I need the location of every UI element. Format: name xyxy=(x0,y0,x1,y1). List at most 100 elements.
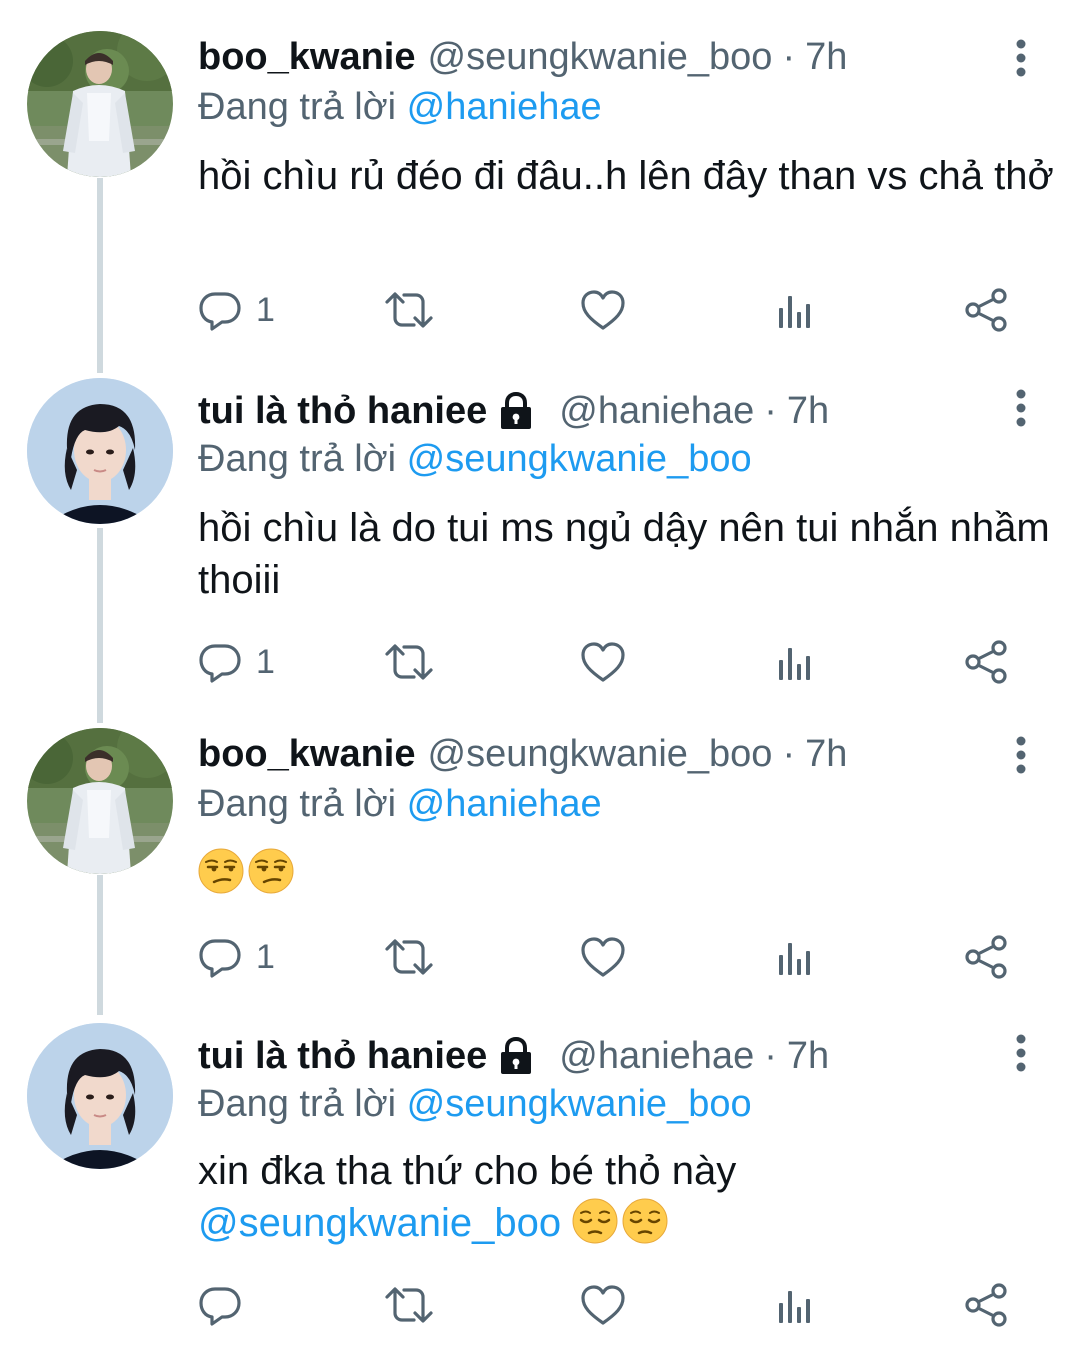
retweet-button[interactable] xyxy=(384,930,434,984)
share-button[interactable] xyxy=(964,635,1010,689)
replying-to-handle[interactable]: @haniehae xyxy=(407,86,602,128)
like-icon xyxy=(580,288,626,332)
replying-to-handle[interactable]: @seungkwanie_boo xyxy=(407,1083,752,1125)
retweet-button[interactable] xyxy=(384,1278,434,1332)
reply-icon xyxy=(198,640,242,684)
tweet-text: hồi chìu rủ đéo đi đâu..h lên đây than v… xyxy=(198,154,1054,198)
separator-dot: · xyxy=(782,732,796,775)
like-button[interactable] xyxy=(580,930,626,984)
avatar[interactable] xyxy=(27,1023,173,1169)
tweet-header: boo_kwanie @seungkwanie_boo · 7h xyxy=(198,34,847,80)
separator-dot: · xyxy=(782,35,796,78)
tweet-actions: 1 xyxy=(198,283,1018,337)
retweet-icon xyxy=(384,640,434,684)
tweet-text-content: xin đka tha thứ cho bé thỏ này xyxy=(198,1149,737,1193)
tweet-text: xin đka tha thứ cho bé thỏ này @seungkwa… xyxy=(198,1145,1058,1249)
reply-prefix: Đang trả lời xyxy=(198,1083,397,1125)
more-icon[interactable] xyxy=(1005,38,1037,78)
separator-dot: · xyxy=(764,389,777,432)
more-icon[interactable] xyxy=(1005,735,1037,775)
display-name[interactable]: boo_kwanie xyxy=(198,36,416,79)
reply-button[interactable]: 1 xyxy=(198,635,275,689)
pensive-face-emoji xyxy=(572,1198,618,1244)
reply-button[interactable]: 1 xyxy=(198,283,275,337)
thread-connector-line xyxy=(97,875,103,1015)
reply-button[interactable] xyxy=(198,1278,256,1332)
more-icon[interactable] xyxy=(1005,388,1037,428)
tweet-text xyxy=(198,847,1058,899)
share-button[interactable] xyxy=(964,930,1010,984)
replying-to-handle[interactable]: @seungkwanie_boo xyxy=(407,438,752,480)
replying-to: Đang trả lời @haniehae xyxy=(198,86,602,129)
user-handle[interactable]: @haniehae xyxy=(559,390,754,433)
share-icon xyxy=(964,1283,1010,1327)
avatar[interactable] xyxy=(27,378,173,524)
like-icon xyxy=(580,640,626,684)
tweet-actions xyxy=(198,1278,1018,1332)
display-name[interactable]: tui là thỏ haniee xyxy=(198,1035,487,1078)
unamused-face-emoji xyxy=(198,848,244,894)
user-handle[interactable]: @seungkwanie_boo xyxy=(428,36,773,79)
timestamp[interactable]: 7h xyxy=(787,390,829,433)
views-icon xyxy=(776,1283,816,1327)
reply-icon xyxy=(198,288,242,332)
share-button[interactable] xyxy=(964,283,1010,337)
views-icon xyxy=(776,288,816,332)
tweet-header: tui là thỏ haniee @haniehae · 7h xyxy=(198,1033,829,1079)
pensive-face-emoji xyxy=(622,1198,668,1244)
tweet-thread: boo_kwanie @seungkwanie_boo · 7h Đang tr… xyxy=(0,0,1080,1348)
like-icon xyxy=(580,935,626,979)
more-icon[interactable] xyxy=(1005,1033,1037,1073)
share-icon xyxy=(964,935,1010,979)
views-icon xyxy=(776,935,816,979)
like-button[interactable] xyxy=(580,1278,626,1332)
views-button[interactable] xyxy=(776,283,816,337)
tweet-actions: 1 xyxy=(198,635,1018,689)
replying-to: Đang trả lời @seungkwanie_boo xyxy=(198,438,752,481)
like-button[interactable] xyxy=(580,635,626,689)
reply-icon xyxy=(198,935,242,979)
replying-to-handle[interactable]: @haniehae xyxy=(407,783,602,825)
replying-to: Đang trả lời @seungkwanie_boo xyxy=(198,1083,752,1126)
user-handle[interactable]: @seungkwanie_boo xyxy=(428,733,773,776)
thread-connector-line xyxy=(97,178,103,373)
reply-count: 1 xyxy=(256,642,275,681)
retweet-icon xyxy=(384,1283,434,1327)
timestamp[interactable]: 7h xyxy=(805,36,847,79)
display-name[interactable]: tui là thỏ haniee xyxy=(198,390,487,433)
views-button[interactable] xyxy=(776,1278,816,1332)
share-button[interactable] xyxy=(964,1278,1010,1332)
reply-count: 1 xyxy=(256,937,275,976)
replying-to: Đang trả lời @haniehae xyxy=(198,783,602,826)
reply-count: 1 xyxy=(256,290,275,329)
lock-icon xyxy=(497,391,535,431)
retweet-icon xyxy=(384,935,434,979)
reply-icon xyxy=(198,1283,242,1327)
display-name[interactable]: boo_kwanie xyxy=(198,733,416,776)
retweet-icon xyxy=(384,288,434,332)
unamused-face-emoji xyxy=(248,848,294,894)
user-handle[interactable]: @haniehae xyxy=(559,1035,754,1078)
lock-icon xyxy=(497,1036,535,1076)
retweet-button[interactable] xyxy=(384,635,434,689)
avatar[interactable] xyxy=(27,728,173,874)
reply-prefix: Đang trả lời xyxy=(198,438,397,480)
views-button[interactable] xyxy=(776,930,816,984)
views-icon xyxy=(776,640,816,684)
like-icon xyxy=(580,1283,626,1327)
thread-connector-line xyxy=(97,528,103,723)
retweet-button[interactable] xyxy=(384,283,434,337)
tweet-header: tui là thỏ haniee @haniehae · 7h xyxy=(198,388,829,434)
reply-prefix: Đang trả lời xyxy=(198,86,397,128)
avatar[interactable] xyxy=(27,31,173,177)
timestamp[interactable]: 7h xyxy=(787,1035,829,1078)
like-button[interactable] xyxy=(580,283,626,337)
share-icon xyxy=(964,288,1010,332)
mention-link[interactable]: @seungkwanie_boo xyxy=(198,1201,561,1245)
views-button[interactable] xyxy=(776,635,816,689)
tweet-header: boo_kwanie @seungkwanie_boo · 7h xyxy=(198,731,847,777)
share-icon xyxy=(964,640,1010,684)
separator-dot: · xyxy=(764,1034,777,1077)
timestamp[interactable]: 7h xyxy=(805,733,847,776)
reply-button[interactable]: 1 xyxy=(198,930,275,984)
